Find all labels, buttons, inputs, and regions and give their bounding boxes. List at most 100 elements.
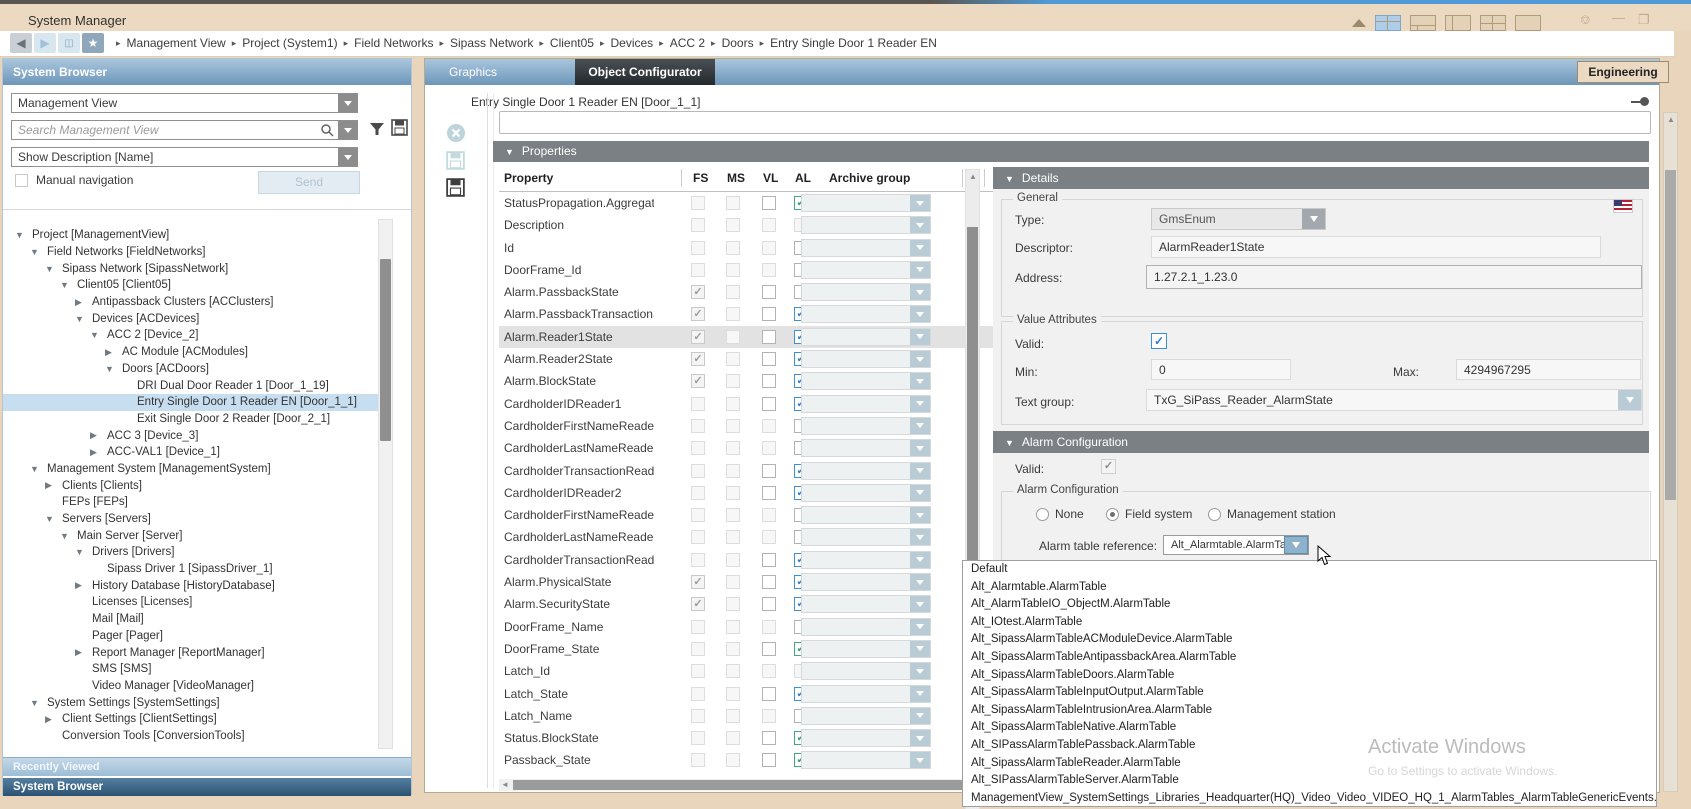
expanded-arrow-icon[interactable]: ▼	[30, 247, 47, 257]
breadcrumb-item[interactable]: Entry Single Door 1 Reader EN	[770, 36, 937, 50]
archive-group-dropdown[interactable]	[801, 417, 931, 435]
tree-item[interactable]: ▶Clients [Clients]	[3, 477, 378, 494]
chevron-down-icon[interactable]	[910, 663, 930, 679]
tree-item[interactable]: ▼Devices [ACDevices]	[3, 310, 378, 327]
history-window-icon[interactable]: ◫	[58, 33, 80, 53]
fs-checkbox[interactable]: ✓	[691, 285, 705, 299]
dropdown-option[interactable]: Alt_SipassAlarmTableNative.AlarmTable	[963, 719, 1656, 737]
archive-group-dropdown[interactable]	[801, 194, 931, 212]
collapsed-arrow-icon[interactable]: ▶	[75, 647, 92, 658]
col-al[interactable]: AL	[795, 171, 811, 185]
favorites-star-icon[interactable]: ★	[82, 33, 104, 53]
collapsed-arrow-icon[interactable]: ▶	[45, 480, 62, 491]
col-fs[interactable]: FS	[693, 171, 708, 185]
window-scrollbar-thumb[interactable]	[1665, 170, 1676, 500]
vl-checkbox[interactable]	[762, 597, 776, 611]
address-input[interactable]: 1.27.2.1_1.23.0	[1146, 265, 1642, 289]
vl-checkbox[interactable]	[762, 196, 776, 210]
language-flag-icon[interactable]	[1613, 199, 1633, 213]
tree-item[interactable]: ▶SMS [SMS]	[3, 661, 378, 678]
tree-item[interactable]: ▶AC Module [ACModules]	[3, 344, 378, 361]
breadcrumb-item[interactable]: Devices	[610, 36, 653, 50]
vl-checkbox[interactable]	[762, 464, 776, 478]
chevron-down-icon[interactable]	[910, 329, 930, 345]
vl-checkbox[interactable]	[762, 687, 776, 701]
archive-group-dropdown[interactable]	[801, 305, 931, 323]
save-as-icon[interactable]	[446, 178, 466, 198]
archive-group-dropdown[interactable]	[801, 595, 931, 613]
vl-checkbox[interactable]	[762, 575, 776, 589]
vl-checkbox[interactable]	[762, 753, 776, 767]
chevron-down-icon[interactable]	[910, 440, 930, 456]
valid-checkbox[interactable]: ✓	[1151, 333, 1167, 349]
tree-item[interactable]: ▶ACC 3 [Device_3]	[3, 427, 378, 444]
breadcrumb-item[interactable]: ACC 2	[670, 36, 705, 50]
chevron-down-icon[interactable]	[910, 596, 930, 612]
chevron-down-icon[interactable]	[910, 240, 930, 256]
col-archive-group[interactable]: Archive group	[829, 171, 910, 185]
archive-group-dropdown[interactable]	[801, 618, 931, 636]
vl-checkbox[interactable]	[762, 642, 776, 656]
tree-item[interactable]: ▶Antipassback Clusters [ACClusters]	[3, 294, 378, 311]
view-selector-dropdown[interactable]: Management View	[11, 93, 358, 113]
fs-checkbox[interactable]: ✓	[691, 352, 705, 366]
archive-group-dropdown[interactable]	[801, 328, 931, 346]
collapsed-arrow-icon[interactable]: ▶	[90, 430, 107, 441]
filter-field[interactable]	[499, 111, 1651, 134]
max-input[interactable]: 4294967295	[1456, 359, 1641, 380]
text-group-dropdown[interactable]: TxG_SiPass_Reader_AlarmState	[1146, 389, 1642, 411]
vl-checkbox[interactable]	[762, 352, 776, 366]
send-button[interactable]: Send	[258, 171, 360, 194]
archive-group-dropdown[interactable]	[801, 528, 931, 546]
chevron-down-icon[interactable]	[910, 686, 930, 702]
dropdown-option[interactable]: ManagementView_SystemSettings_Libraries_…	[963, 790, 1656, 807]
chevron-down-icon[interactable]	[910, 574, 930, 590]
archive-group-dropdown[interactable]	[801, 551, 931, 569]
engineering-button[interactable]: Engineering	[1577, 61, 1669, 83]
fs-checkbox[interactable]: ✓	[691, 330, 705, 344]
archive-group-dropdown[interactable]	[801, 395, 931, 413]
expanded-arrow-icon[interactable]: ▼	[45, 264, 62, 274]
expanded-arrow-icon[interactable]: ▼	[105, 364, 122, 374]
chevron-down-icon[interactable]	[910, 752, 930, 768]
dropdown-option[interactable]: Alt_SipassAlarmTableDoors.AlarmTable	[963, 667, 1656, 685]
dropdown-option[interactable]: Alt_IOtest.AlarmTable	[963, 614, 1656, 632]
expanded-arrow-icon[interactable]: ▼	[75, 314, 92, 324]
archive-group-dropdown[interactable]	[801, 685, 931, 703]
archive-group-dropdown[interactable]	[801, 573, 931, 591]
dropdown-option[interactable]: Alt_SipassAlarmTableInputOutput.AlarmTab…	[963, 684, 1656, 702]
chevron-down-icon[interactable]	[910, 351, 930, 367]
archive-group-dropdown[interactable]	[801, 662, 931, 680]
archive-group-dropdown[interactable]	[801, 506, 931, 524]
dropdown-option[interactable]: Alt_SipassAlarmTableACModuleDevice.Alarm…	[963, 631, 1656, 649]
archive-group-dropdown[interactable]	[801, 462, 931, 480]
collapsed-arrow-icon[interactable]: ▶	[75, 580, 92, 591]
type-dropdown[interactable]: GmsEnum	[1151, 208, 1326, 230]
expanded-arrow-icon[interactable]: ▼	[90, 330, 107, 340]
vl-checkbox[interactable]	[762, 330, 776, 344]
vl-checkbox[interactable]	[762, 553, 776, 567]
tab-object-configurator[interactable]: Object Configurator	[575, 59, 715, 85]
chevron-down-icon[interactable]	[910, 396, 930, 412]
tree-item[interactable]: ▶Exit Single Door 2 Reader [Door_2_1]	[3, 411, 378, 428]
expanded-arrow-icon[interactable]: ▼	[45, 514, 62, 524]
dropdown-option[interactable]: Alt_SIPassAlarmTablePassback.AlarmTable	[963, 737, 1656, 755]
tree-item[interactable]: ▼Sipass Network [SipassNetwork]	[3, 260, 378, 277]
vl-checkbox[interactable]	[762, 731, 776, 745]
minimize-icon[interactable]: —	[1612, 10, 1625, 25]
vl-checkbox[interactable]	[762, 397, 776, 411]
chevron-down-icon[interactable]	[910, 730, 930, 746]
radio-none[interactable]	[1036, 508, 1049, 521]
chevron-down-icon[interactable]	[910, 284, 930, 300]
tree-item[interactable]: ▶Pager [Pager]	[3, 628, 378, 645]
alarm-table-reference-dropdown[interactable]: Alt_Alarmtable.AlarmTable	[1163, 535, 1309, 555]
chevron-down-icon[interactable]	[910, 641, 930, 657]
chevron-down-icon[interactable]	[910, 262, 930, 278]
tree-item[interactable]: ▶Mail [Mail]	[3, 611, 378, 628]
min-input[interactable]: 0	[1151, 359, 1291, 380]
chevron-down-icon[interactable]	[338, 148, 357, 166]
tree-item[interactable]: ▼Drivers [Drivers]	[3, 544, 378, 561]
fs-checkbox[interactable]: ✓	[691, 307, 705, 321]
tree-item[interactable]: ▼Servers [Servers]	[3, 511, 378, 528]
archive-group-dropdown[interactable]	[801, 484, 931, 502]
